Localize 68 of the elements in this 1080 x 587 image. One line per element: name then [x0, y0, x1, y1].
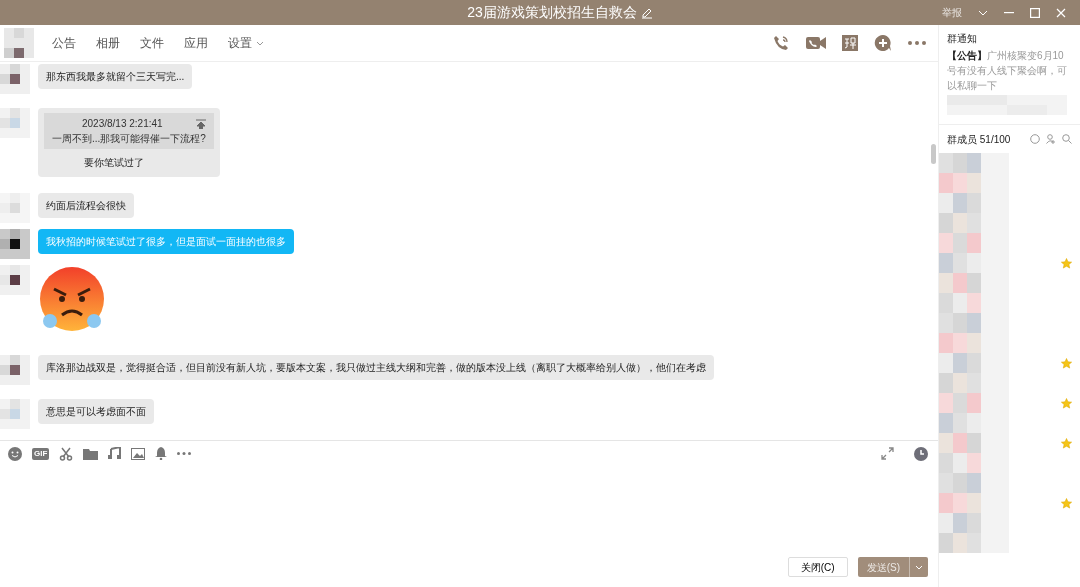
quote-text: 一周不到...那我可能得催一下流程? [52, 132, 206, 146]
edit-icon[interactable] [640, 6, 653, 19]
angry-emoji-sticker [38, 265, 106, 333]
jump-to-icon[interactable] [195, 118, 206, 129]
more-icon[interactable] [177, 452, 192, 455]
close-icon[interactable] [1056, 7, 1066, 18]
pixelated-avatar [0, 355, 30, 385]
tab[interactable]: 公告 [52, 34, 76, 52]
pixelated-member[interactable] [939, 173, 1009, 193]
pixelated-member[interactable] [939, 473, 1009, 493]
phone-icon[interactable] [772, 34, 790, 52]
add-chat-icon[interactable] [874, 34, 892, 52]
emoji-icon[interactable] [8, 446, 22, 461]
notice-title: 群通知 [947, 32, 978, 46]
scissors-icon[interactable] [59, 446, 74, 461]
members-title: 群成员 51/100 [947, 132, 1011, 147]
pixelated-member[interactable] [939, 393, 1009, 413]
pixelated-member[interactable] [939, 353, 1009, 373]
pixelated-member[interactable] [939, 153, 1009, 173]
image-icon[interactable] [131, 447, 146, 460]
tab[interactable]: 文件 [140, 34, 164, 52]
bell-icon[interactable] [155, 447, 168, 460]
quote-time: 2023/8/13 2:21:41 [82, 117, 163, 131]
message-bubble: 约面后流程会很快 [38, 193, 134, 218]
pixelated-member[interactable] [939, 193, 1009, 213]
pixelated-member[interactable] [939, 233, 1009, 253]
pixelated-avatar [4, 28, 34, 58]
pixelated-member[interactable] [939, 513, 1009, 533]
lesson-icon[interactable] [842, 35, 858, 51]
video-call-icon[interactable] [806, 36, 826, 50]
pixelated-avatar [0, 64, 30, 94]
pixelated-avatar [0, 265, 30, 295]
pixelated-member[interactable] [939, 213, 1009, 233]
chevron-down-icon[interactable] [256, 40, 264, 46]
message-bubble: 意思是可以考虑面不面 [38, 399, 154, 424]
folder-icon[interactable] [83, 447, 99, 460]
pixelated-member[interactable] [939, 333, 1009, 353]
pixelated-member[interactable] [939, 253, 1009, 273]
pixelated-avatar [0, 399, 30, 429]
tab[interactable]: 相册 [96, 34, 120, 52]
message-bubble: 库洛那边战双是，觉得挺合适，但目前没有新人坑，要版本文案，我只做过主线大纲和完善，做的版本没上线（离职了大概率给别人做），他们在考虑 [38, 355, 714, 380]
pixelated-avatar [0, 229, 30, 259]
pixelated-member[interactable] [939, 313, 1009, 333]
tab[interactable]: 应用 [184, 34, 208, 52]
window-title: 23届游戏策划校招生自救会 [467, 3, 637, 22]
pixelated-member[interactable] [939, 413, 1009, 433]
tab[interactable]: 设置 [228, 34, 252, 52]
message-bubble: 那东西我最多就留个三天写完... [38, 64, 193, 89]
close-button[interactable]: 关闭(C) [787, 557, 848, 577]
add-member-icon[interactable] [1046, 134, 1056, 144]
search-icon[interactable] [1062, 134, 1072, 144]
member-settings-icon[interactable] [1030, 134, 1040, 144]
gif-button[interactable]: GIF [32, 447, 50, 460]
pixelated-member[interactable] [939, 373, 1009, 393]
message-bubble: 我秋招的时候笔试过了很多，但是面试一面挂的也很多 [38, 229, 294, 254]
pixelated-member[interactable] [939, 273, 1009, 293]
pixelated-member[interactable] [939, 533, 1009, 553]
expand-icon[interactable] [881, 447, 894, 460]
maximize-icon[interactable] [1030, 7, 1040, 18]
music-icon[interactable] [108, 447, 122, 460]
pixelated-member[interactable] [939, 493, 1009, 513]
pixelated-member[interactable] [939, 433, 1009, 453]
message-text: 要你笔试过了 [84, 156, 145, 170]
more-icon[interactable] [908, 41, 926, 45]
minimize-icon[interactable] [1004, 11, 1014, 14]
pixelated-avatar [0, 193, 30, 223]
pixelated-avatar [0, 108, 30, 138]
clock-icon[interactable] [914, 446, 928, 461]
